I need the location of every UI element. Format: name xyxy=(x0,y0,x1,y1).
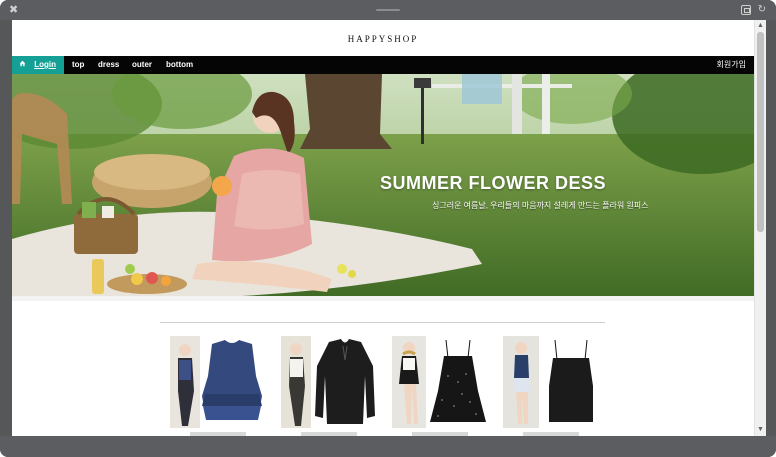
close-icon[interactable]: ✖ xyxy=(9,3,18,17)
drag-handle[interactable] xyxy=(376,9,400,11)
scroll-thumb[interactable] xyxy=(757,32,764,232)
product-image-navy-ruffle-top xyxy=(170,336,264,428)
product-image-black-dot-dress xyxy=(392,336,486,428)
product-image-black-blouse xyxy=(281,336,375,428)
product-card[interactable] xyxy=(281,336,375,436)
nav-item-outer[interactable]: outer xyxy=(132,56,152,74)
page-viewport: HAPPYSHOP Login top dress outer bottom 회… xyxy=(12,20,766,436)
login-label: Login xyxy=(34,60,57,69)
vertical-scrollbar[interactable]: ▲ ▼ xyxy=(754,20,766,436)
title-bar: ✖ ↻ xyxy=(0,0,776,20)
window-bottom-bar xyxy=(0,436,776,457)
product-image-black-cami-top xyxy=(503,336,597,428)
nav-item-bottom[interactable]: bottom xyxy=(166,56,193,74)
main-nav: Login top dress outer bottom 회원가입 xyxy=(12,56,754,74)
refresh-icon[interactable]: ↻ xyxy=(756,4,768,16)
product-card[interactable] xyxy=(503,336,597,436)
hero-banner[interactable]: SUMMER FLOWER DESS 싱그러운 여름날, 우리들의 마음까지 설… xyxy=(12,74,754,301)
shop-logo[interactable]: HAPPYSHOP xyxy=(12,34,754,44)
scroll-up-icon[interactable]: ▲ xyxy=(755,21,766,31)
nav-item-dress[interactable]: dress xyxy=(98,56,119,74)
hero-title: SUMMER FLOWER DESS xyxy=(380,173,607,193)
product-card[interactable] xyxy=(392,336,486,436)
restore-icon[interactable] xyxy=(741,5,751,15)
nav-item-top[interactable]: top xyxy=(72,56,84,74)
hero-subtitle: 싱그러운 여름날, 우리들의 마음까지 설레게 만드는 플라워 원피스 xyxy=(432,201,649,210)
login-link[interactable]: Login xyxy=(12,56,64,74)
product-grid xyxy=(170,336,610,436)
home-icon xyxy=(19,61,26,67)
signup-link[interactable]: 회원가입 xyxy=(717,56,746,74)
browser-window: ✖ ↻ HAPPYSHOP Login top dress outer bott… xyxy=(0,0,776,457)
product-card[interactable] xyxy=(170,336,264,436)
section-divider xyxy=(160,322,605,323)
scroll-down-icon[interactable]: ▼ xyxy=(755,425,766,435)
